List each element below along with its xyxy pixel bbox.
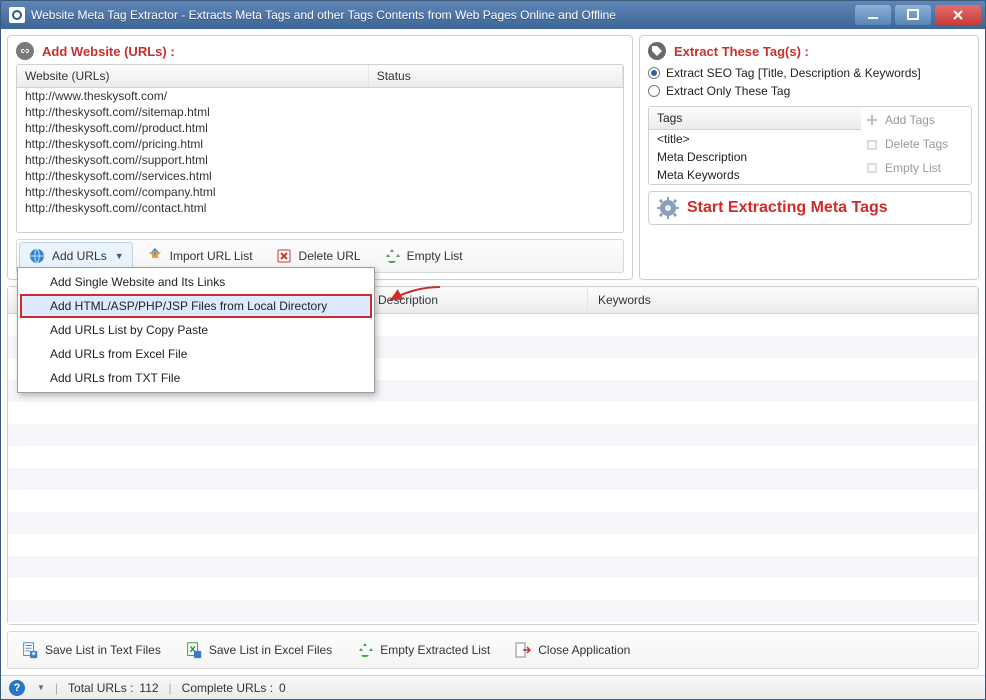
table-row: http://theskysoft.com//sitemap.html (17, 104, 623, 120)
table-row: http://theskysoft.com//services.html (17, 168, 623, 184)
radio-extract-only-these[interactable]: Extract Only These Tag (648, 82, 972, 100)
radio-icon (648, 67, 660, 79)
save-excel-button[interactable]: Save List in Excel Files (176, 636, 341, 664)
complete-urls-label: Complete URLs : (182, 681, 273, 695)
table-row: http://theskysoft.com//pricing.html (17, 136, 623, 152)
app-window: Website Meta Tag Extractor - Extracts Me… (0, 0, 986, 700)
tag-icon (648, 42, 666, 60)
plus-icon (865, 113, 879, 127)
total-urls-value: 112 (139, 681, 158, 695)
menu-add-copy-paste[interactable]: Add URLs List by Copy Paste (20, 318, 372, 342)
save-text-button[interactable]: Save List in Text Files (12, 636, 170, 664)
recycle-icon (383, 247, 401, 265)
menu-add-from-excel[interactable]: Add URLs from Excel File (20, 342, 372, 366)
titlebar[interactable]: Website Meta Tag Extractor - Extracts Me… (1, 1, 985, 29)
list-item[interactable]: <title> (649, 130, 861, 148)
col-description[interactable]: Description (368, 287, 588, 313)
add-urls-button[interactable]: Add URLs ▼ (19, 242, 133, 270)
app-icon (9, 7, 25, 23)
radio-extract-seo[interactable]: Extract SEO Tag [Title, Description & Ke… (648, 64, 972, 82)
url-toolbar: Add URLs ▼ Import URL List Delete URL Em… (16, 239, 624, 273)
maximize-button[interactable] (895, 5, 931, 25)
start-label: Start Extracting Meta Tags (687, 199, 888, 217)
add-tags-button: Add Tags (865, 113, 967, 127)
table-row: http://theskysoft.com//company.html (17, 184, 623, 200)
menu-add-local-files[interactable]: Add HTML/ASP/PHP/JSP Files from Local Di… (20, 294, 372, 318)
tags-header: Tags (649, 107, 861, 130)
close-app-button[interactable]: Close Application (505, 636, 639, 664)
add-website-panel: Add Website (URLs) : Website (URLs) Stat… (7, 35, 633, 280)
empty-extracted-button[interactable]: Empty Extracted List (347, 636, 499, 664)
tags-frame: Tags <title> Meta Description Meta Keywo… (648, 106, 972, 185)
col-website[interactable]: Website (URLs) (17, 65, 368, 88)
table-row: http://theskysoft.com//support.html (17, 152, 623, 168)
start-extracting-button[interactable]: Start Extracting Meta Tags (648, 191, 972, 225)
bottom-toolbar: Save List in Text Files Save List in Exc… (7, 631, 979, 669)
radio-icon (648, 85, 660, 97)
add-urls-menu: Add Single Website and Its Links Add HTM… (17, 267, 375, 393)
empty-list-button[interactable]: Empty List (374, 242, 472, 270)
help-icon[interactable]: ? (9, 680, 25, 696)
globe-icon (28, 247, 46, 265)
add-website-heading: Add Website (URLs) : (42, 44, 175, 59)
import-icon (146, 247, 164, 265)
text-file-icon (21, 641, 39, 659)
url-table[interactable]: Website (URLs) Status http://www.theskys… (16, 64, 624, 233)
list-item[interactable]: Meta Description (649, 148, 861, 166)
col-keywords[interactable]: Keywords (588, 287, 978, 313)
chevron-down-icon: ▼ (115, 251, 124, 261)
chevron-down-icon[interactable]: ▼ (37, 683, 45, 692)
col-status[interactable]: Status (368, 65, 622, 88)
table-row: http://www.theskysoft.com/ (17, 88, 623, 104)
window-title: Website Meta Tag Extractor - Extracts Me… (31, 8, 855, 22)
excel-file-icon (185, 641, 203, 659)
table-row: http://theskysoft.com//contact.html (17, 200, 623, 216)
status-bar: ? ▼ | Total URLs : 112 | Complete URLs :… (1, 675, 985, 699)
link-icon (16, 42, 34, 60)
table-row: http://theskysoft.com//product.html (17, 120, 623, 136)
gear-icon (657, 197, 679, 219)
minimize-button[interactable] (855, 5, 891, 25)
menu-add-from-txt[interactable]: Add URLs from TXT File (20, 366, 372, 390)
delete-icon (275, 247, 293, 265)
complete-urls-value: 0 (279, 681, 286, 695)
recycle-icon (356, 641, 374, 659)
delete-tags-button: Delete Tags (865, 137, 967, 151)
extract-tags-heading: Extract These Tag(s) : (674, 44, 809, 59)
tags-list[interactable]: Tags <title> Meta Description Meta Keywo… (649, 107, 861, 184)
list-item[interactable]: Meta Keywords (649, 166, 861, 184)
delete-url-button[interactable]: Delete URL (266, 242, 370, 270)
exit-icon (514, 641, 532, 659)
close-button[interactable] (935, 5, 981, 25)
empty-icon (865, 161, 879, 175)
trash-icon (865, 137, 879, 151)
empty-tags-button: Empty List (865, 161, 967, 175)
import-url-list-button[interactable]: Import URL List (137, 242, 262, 270)
menu-add-single-website[interactable]: Add Single Website and Its Links (20, 270, 372, 294)
total-urls-label: Total URLs : (68, 681, 133, 695)
